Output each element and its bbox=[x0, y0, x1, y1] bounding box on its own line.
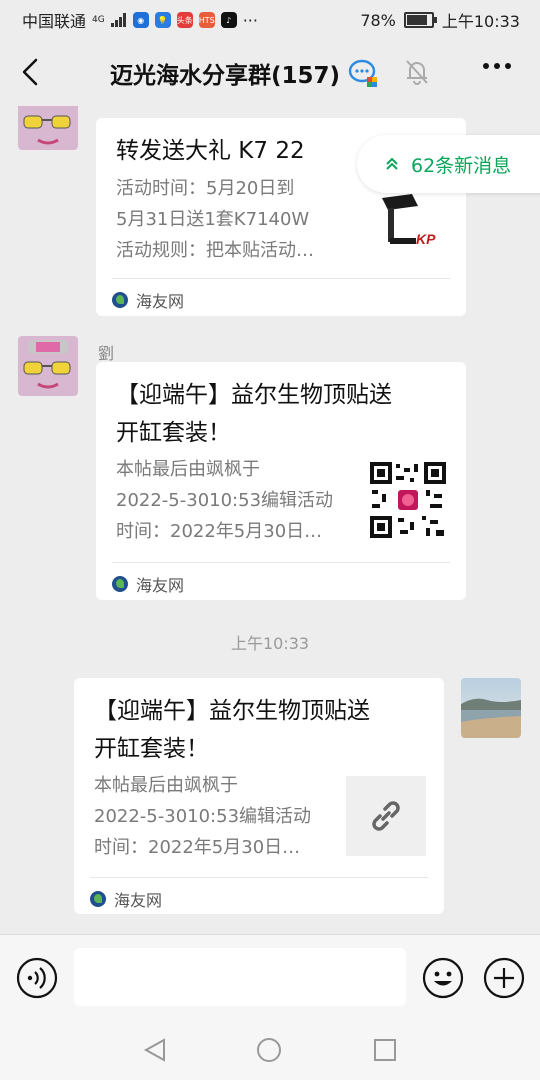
card-source: 海友网 bbox=[136, 292, 185, 311]
link-card[interactable]: 【迎端午】益尔生物顶贴送 开缸套装！ 本帖最后由飒枫于 2022-5-3010:… bbox=[96, 362, 466, 600]
notif-tiktok-icon: ♪ bbox=[220, 12, 237, 28]
card-title: 转发送大礼 K7 22 bbox=[116, 138, 305, 164]
card-title: 开缸套装！ bbox=[94, 736, 209, 762]
network-type: 4G bbox=[92, 14, 105, 25]
card-desc-line: 时间：2022年5月30日… bbox=[116, 521, 323, 542]
notif-bulb-icon: 💡 bbox=[154, 12, 171, 28]
system-nav-bar bbox=[0, 1020, 540, 1080]
status-bar: 中国联通 4G ◉ 💡 头条 HTS ♪ ··· 78% 上午10:33 bbox=[0, 0, 540, 36]
notif-more: ··· bbox=[242, 10, 258, 30]
bell-off-icon bbox=[406, 60, 428, 85]
my-avatar[interactable] bbox=[461, 678, 521, 738]
card-source: 海友网 bbox=[114, 891, 163, 910]
notif-hts-icon: HTS bbox=[198, 12, 215, 28]
more-dots-icon[interactable] bbox=[482, 62, 512, 70]
back-arrow-icon[interactable] bbox=[16, 54, 46, 90]
source-logo-icon bbox=[90, 891, 106, 907]
battery-icon bbox=[403, 12, 437, 28]
card-desc-line: 本帖最后由飒枫于 bbox=[94, 775, 238, 796]
signal-icon bbox=[110, 13, 126, 27]
card-desc-line: 活动时间：5月20日到 bbox=[116, 178, 295, 199]
sender-name: 劉 bbox=[98, 344, 115, 363]
card-desc-line: 本帖最后由飒枫于 bbox=[116, 459, 260, 480]
voice-icon[interactable] bbox=[16, 957, 58, 999]
emoji-icon[interactable] bbox=[422, 957, 464, 999]
svg-text:KP: KP bbox=[416, 231, 436, 247]
card-title: 【迎端午】益尔生物顶贴送 bbox=[94, 698, 370, 724]
card-title: 开缸套装！ bbox=[116, 420, 231, 446]
message-input[interactable] bbox=[74, 948, 406, 1006]
link-icon bbox=[372, 801, 400, 831]
card-desc-line: 时间：2022年5月30日… bbox=[94, 837, 301, 858]
double-chevron-up-icon bbox=[386, 157, 398, 170]
message-timestamp: 上午10:33 bbox=[230, 634, 310, 653]
plus-icon[interactable] bbox=[483, 957, 525, 999]
chat-title: 迈光海水分享群(157) bbox=[110, 63, 341, 89]
new-messages-pill[interactable]: 62条新消息 bbox=[357, 135, 540, 193]
card-source: 海友网 bbox=[136, 576, 185, 595]
source-logo-icon bbox=[112, 292, 128, 308]
nav-back-icon[interactable] bbox=[142, 1037, 168, 1063]
nav-recent-icon[interactable] bbox=[372, 1037, 398, 1063]
battery-percent: 78% bbox=[360, 10, 396, 30]
card-desc-line: 活动规则：把本贴活动… bbox=[116, 240, 314, 261]
carrier-label: 中国联通 bbox=[22, 12, 87, 31]
chat-header: 迈光海水分享群(157) bbox=[0, 40, 540, 106]
notif-toutiao-icon: 头条 bbox=[176, 12, 193, 28]
card-desc-line: 2022-5-3010:53编辑活动 bbox=[116, 490, 334, 511]
status-time: 上午10:33 bbox=[441, 12, 520, 31]
card-desc-line: 2022-5-3010:53编辑活动 bbox=[94, 806, 312, 827]
link-thumbnail bbox=[346, 776, 426, 856]
my-link-card[interactable]: 【迎端午】益尔生物顶贴送 开缸套装！ 本帖最后由飒枫于 2022-5-3010:… bbox=[74, 678, 444, 914]
nav-home-icon[interactable] bbox=[256, 1037, 282, 1063]
avatar[interactable] bbox=[18, 106, 78, 150]
card-title: 【迎端午】益尔生物顶贴送 bbox=[116, 382, 392, 408]
notif-app-icon: ◉ bbox=[132, 12, 149, 28]
card-desc-line: 5月31日送1套K7140W bbox=[116, 209, 310, 230]
group-chat-icon bbox=[348, 59, 378, 87]
new-messages-label: 62条新消息 bbox=[411, 154, 512, 177]
qr-code-thumbnail bbox=[370, 462, 446, 538]
input-bar bbox=[0, 934, 540, 1021]
card-thumbnail: KP bbox=[376, 186, 446, 256]
avatar[interactable] bbox=[18, 336, 78, 396]
source-logo-icon bbox=[112, 576, 128, 592]
